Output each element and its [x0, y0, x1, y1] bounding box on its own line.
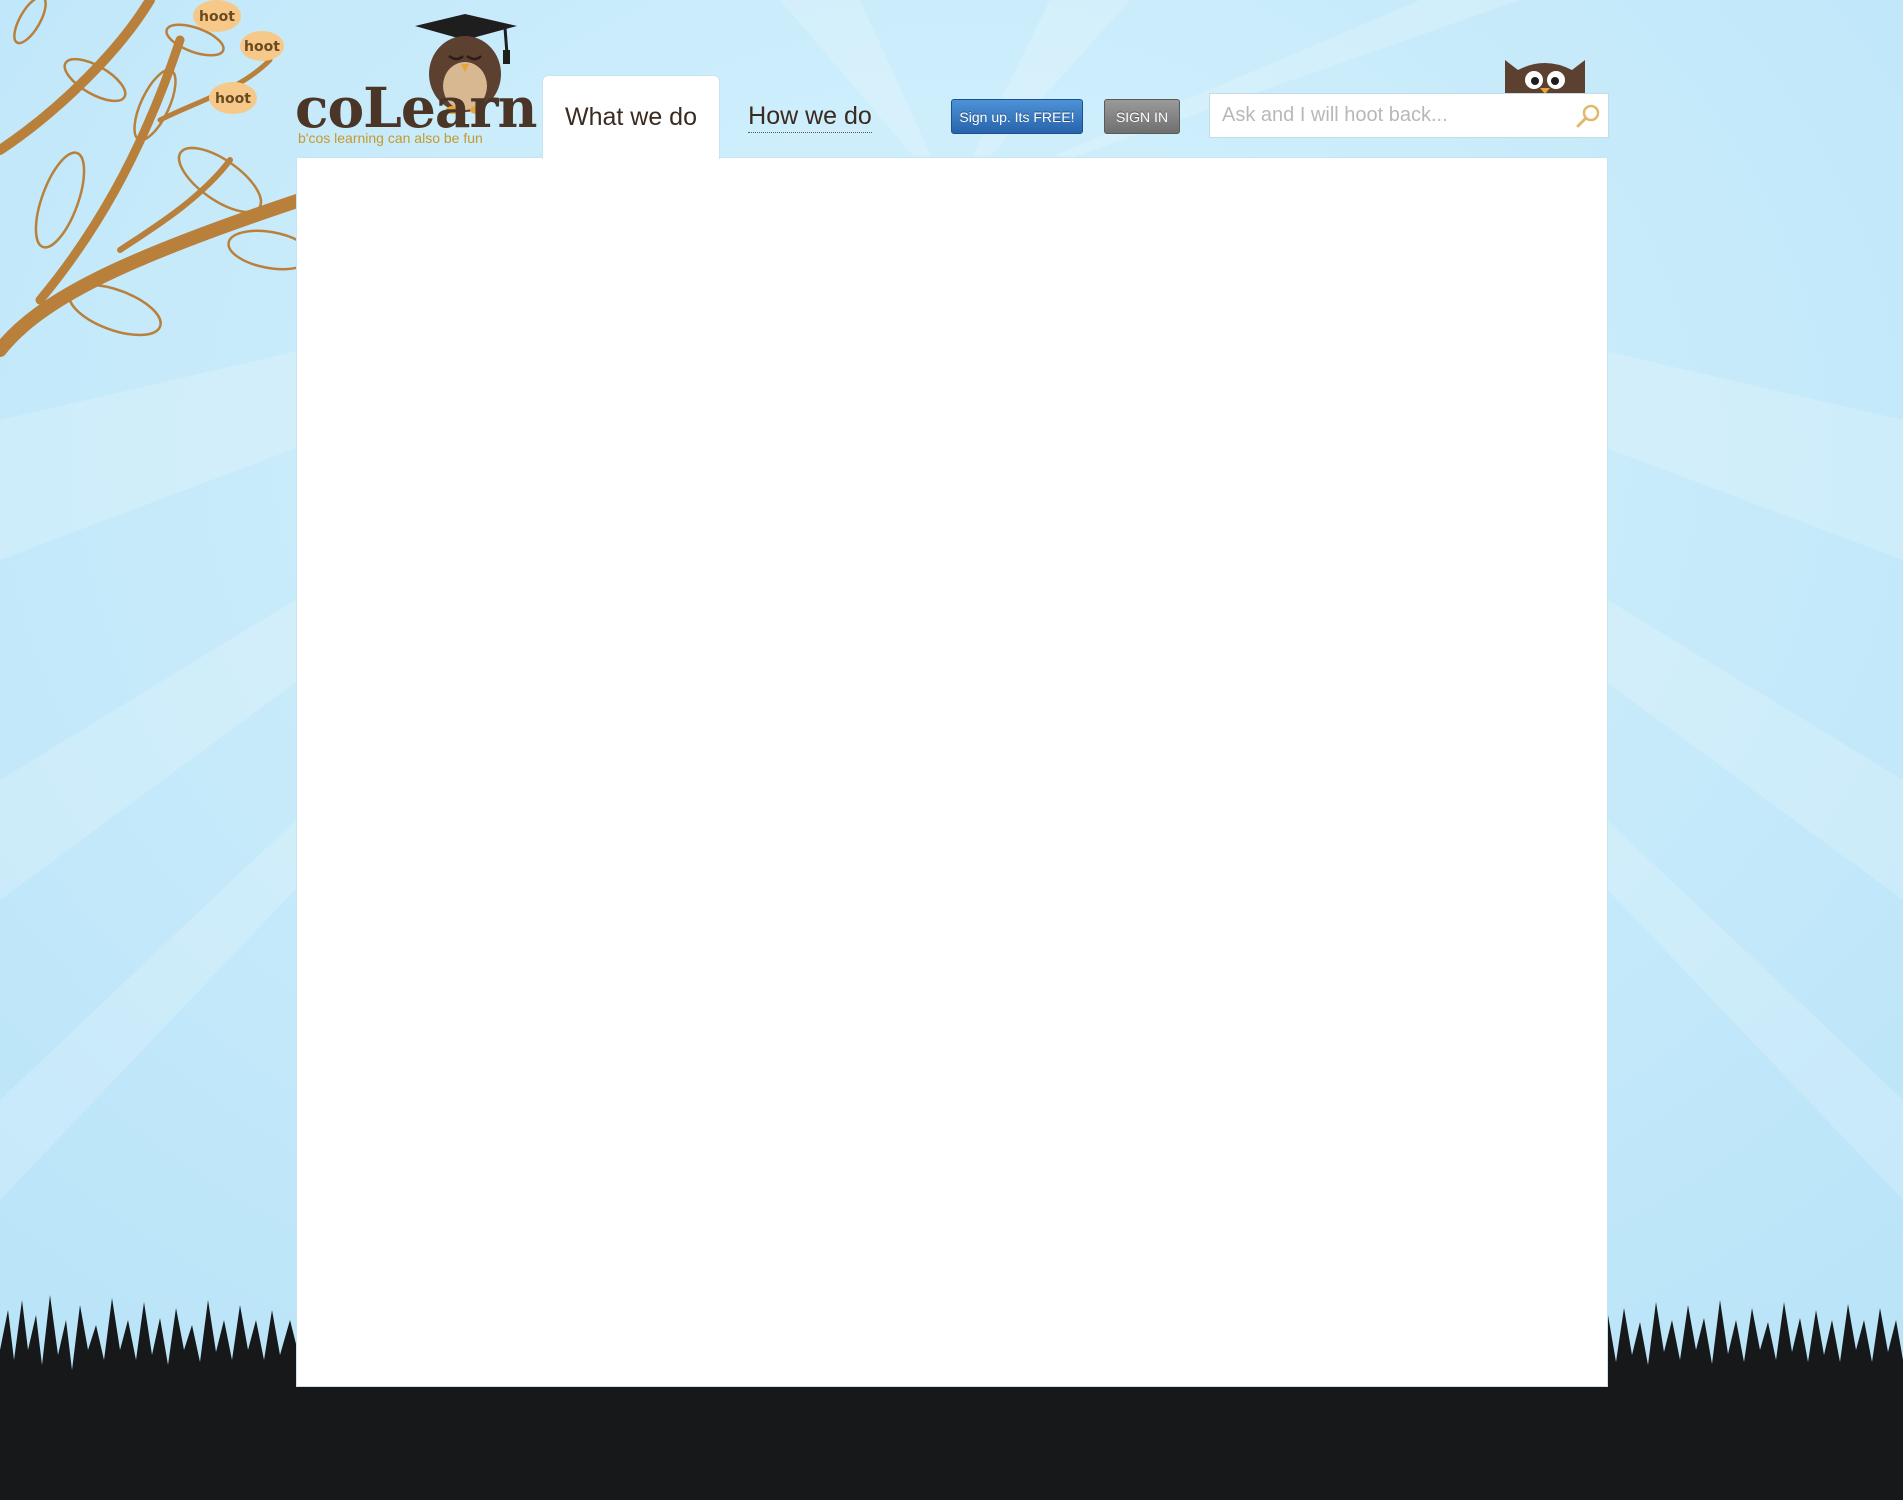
tab-label: What we do [564, 103, 697, 131]
search-input[interactable] [1210, 94, 1562, 137]
hoot-bubble-3: hoot [215, 91, 251, 107]
tab-what-we-do[interactable]: What we do [542, 75, 720, 159]
peeking-owl-icon [1505, 60, 1585, 94]
hoot-bubble-2: hoot [244, 39, 280, 55]
logo-wordmark: coLearn [295, 75, 537, 140]
ground [0, 1385, 1903, 1500]
search-icon[interactable] [1574, 102, 1602, 130]
tab-how-we-do[interactable]: How we do [740, 76, 880, 158]
search-box [1209, 93, 1609, 138]
signup-button[interactable]: Sign up. Its FREE! [951, 99, 1083, 134]
tree-branch-illustration: hoot hoot hoot [0, 0, 300, 357]
site-logo[interactable]: coLearn b'cos learning can also be fun [295, 14, 537, 154]
main-content-panel [296, 157, 1608, 1387]
logo-tagline: b'cos learning can also be fun [298, 130, 483, 146]
tab-label: How we do [748, 102, 872, 133]
hoot-bubble-1: hoot [199, 9, 235, 25]
signin-button[interactable]: SIGN IN [1104, 99, 1180, 134]
